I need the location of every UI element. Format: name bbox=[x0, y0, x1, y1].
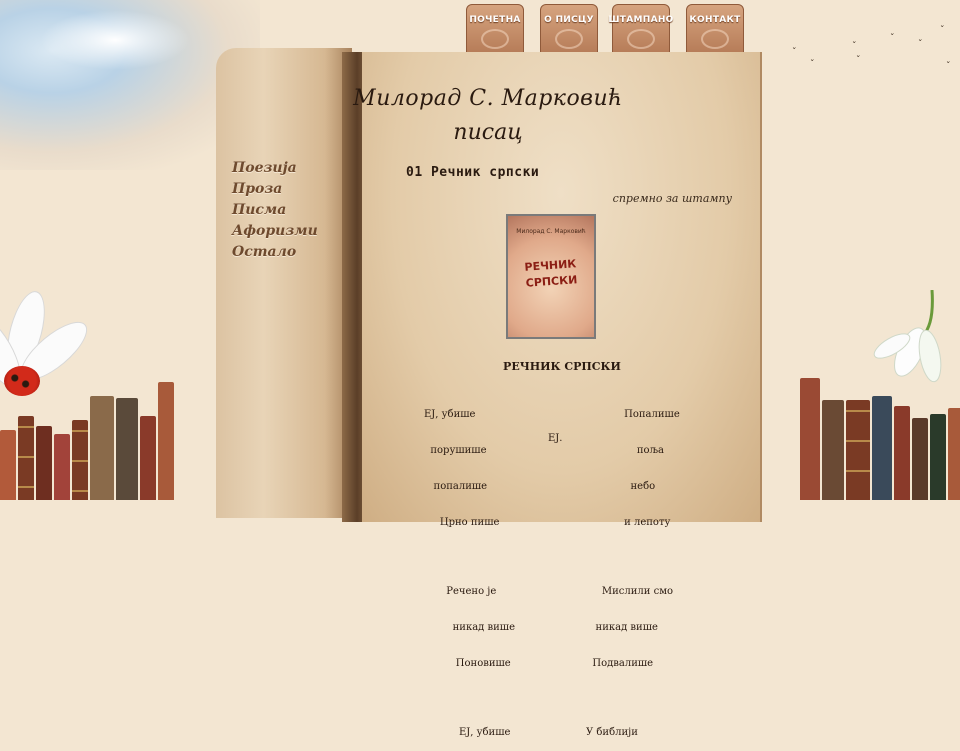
poem-line: никад више bbox=[586, 622, 658, 633]
side-nav-prose[interactable]: Проза bbox=[232, 181, 318, 202]
nav-tab-label: ПОЧЕТНА bbox=[469, 15, 521, 25]
poem-line: Поновише bbox=[424, 658, 511, 669]
cloud bbox=[40, 10, 190, 70]
nav-tab-label: О ПИСЦУ bbox=[544, 15, 594, 25]
nav-tab-label: КОНТАКТ bbox=[689, 15, 741, 25]
poem-column-middle: ЕЈ. bbox=[548, 385, 563, 457]
cover-author: Милорад С. Марковић bbox=[516, 228, 586, 235]
publication-status: спремно за штампу bbox=[612, 192, 732, 205]
poem-line: Мислили смо bbox=[586, 586, 674, 597]
poem-line: Речено је bbox=[424, 586, 497, 597]
side-nav-aphorisms[interactable]: Афоризми bbox=[232, 223, 318, 244]
poem-line: ЕЈ, убише bbox=[424, 727, 511, 738]
poem-line: Подвалише bbox=[586, 658, 654, 669]
side-nav-poetry[interactable]: Поезија bbox=[232, 160, 318, 181]
nav-tab-label: ШТАМПАНО bbox=[608, 15, 674, 25]
site-author-name: Милорад С. Марковић bbox=[353, 86, 623, 111]
poem-line: ЕЈ. bbox=[548, 433, 563, 444]
poem-line: Црно пише bbox=[424, 517, 500, 528]
book-left-page bbox=[216, 48, 352, 518]
poem-line: небо bbox=[586, 481, 656, 492]
snowdrop-decoration bbox=[873, 290, 942, 383]
poem-line: У библији bbox=[586, 727, 638, 738]
birds-decoration: ˇ ˇ ˇ ˇ ˇ ˇ ˇ ˇ bbox=[792, 26, 951, 72]
poem-column-left: ЕЈ, убише порушише попалише Црно пише Ре… bbox=[424, 385, 515, 751]
side-nav-other[interactable]: Остало bbox=[232, 244, 318, 265]
book-title: РЕЧНИК СРПСКИ bbox=[503, 360, 621, 373]
cover-title: РЕЧНИК СРПСКИ bbox=[507, 255, 595, 293]
poem-line: и лепоту bbox=[586, 517, 671, 528]
poem-line: порушише bbox=[424, 445, 487, 456]
poem-line bbox=[424, 694, 515, 703]
poem-line: ЕЈ, убише bbox=[424, 409, 476, 420]
books-right-decoration bbox=[800, 378, 960, 500]
poem-line: никад више bbox=[424, 622, 515, 633]
poem-line: поља bbox=[586, 445, 664, 456]
poem-line bbox=[586, 694, 680, 703]
book-cover-image[interactable]: Милорад С. Марковић РЕЧНИК СРПСКИ bbox=[506, 214, 596, 339]
site-author-role: писац bbox=[453, 120, 523, 145]
books-left-decoration bbox=[0, 382, 176, 500]
poem-line bbox=[586, 553, 680, 562]
poem-column-right: Попалише поља небо и лепоту Мислили смо … bbox=[586, 385, 680, 751]
poem-line bbox=[424, 553, 515, 562]
side-nav-letters[interactable]: Писма bbox=[232, 202, 318, 223]
article-heading: 01 Речник српски bbox=[406, 165, 540, 180]
poem-line: Попалише bbox=[586, 409, 680, 420]
poem-line: попалише bbox=[424, 481, 488, 492]
side-nav: Поезија Проза Писма Афоризми Остало bbox=[232, 160, 318, 265]
